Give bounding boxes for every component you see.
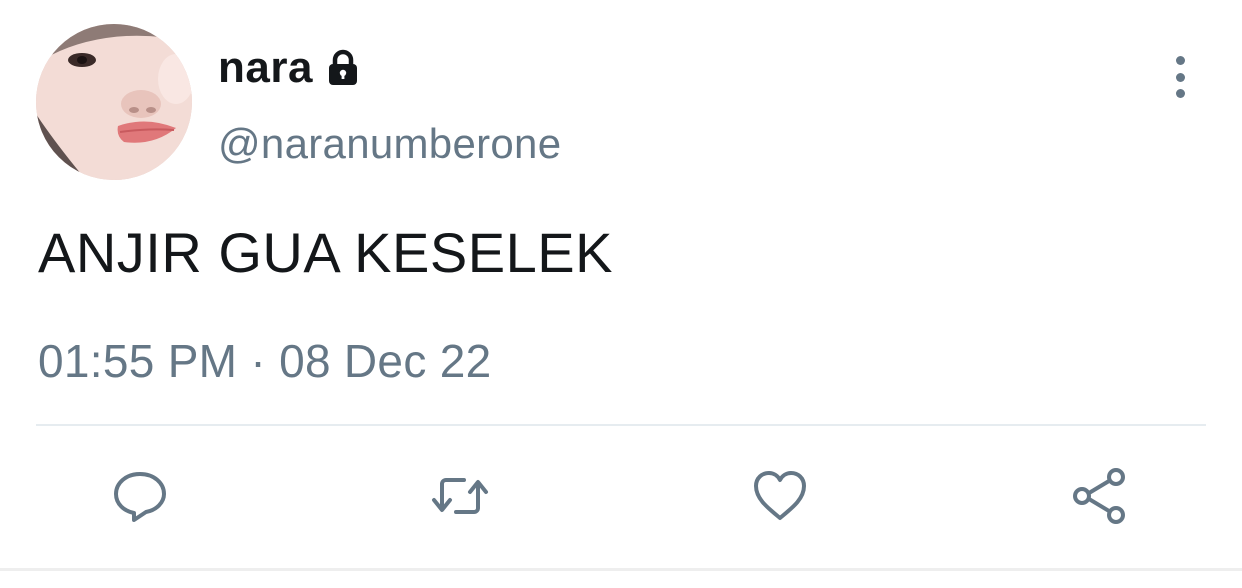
share-button[interactable] <box>1068 464 1132 528</box>
divider <box>36 424 1206 426</box>
tweet-card: nara @naranumberone ANJIR GUA KESELEK 01… <box>0 0 1242 588</box>
more-options-button[interactable] <box>1160 52 1200 102</box>
avatar[interactable] <box>36 24 192 180</box>
avatar-image <box>36 24 192 180</box>
retweet-button[interactable] <box>428 464 492 528</box>
bottom-border <box>0 568 1242 571</box>
more-vertical-icon-dot <box>1175 56 1185 65</box>
heart-icon <box>754 471 806 520</box>
tweet-text: ANJIR GUA KESELEK <box>38 221 613 284</box>
tweet-timestamp[interactable]: 01:55 PM · 08 Dec 22 <box>38 334 491 388</box>
reply-button[interactable] <box>108 464 172 528</box>
share-icon <box>1073 468 1125 524</box>
like-button[interactable] <box>748 464 812 528</box>
more-vertical-icon-dot <box>1175 72 1185 82</box>
lock-icon <box>323 48 363 88</box>
reply-icon <box>114 472 166 522</box>
name-row: nara <box>218 40 363 96</box>
display-name[interactable]: nara <box>218 43 313 93</box>
retweet-icon <box>432 478 488 514</box>
more-vertical-icon-dot <box>1175 89 1185 98</box>
user-handle[interactable]: @naranumberone <box>218 120 561 168</box>
